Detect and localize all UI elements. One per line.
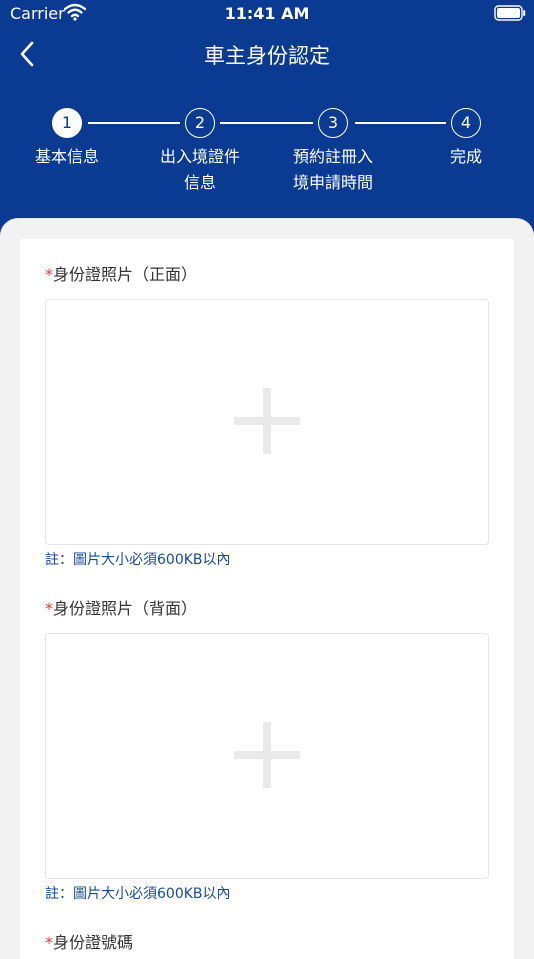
plus-icon [234, 722, 300, 788]
header: Carrier 11:41 AM 車主身份認定 1 2 3 4 基本信息 出入境… [0, 0, 534, 240]
step-2-label: 出入境證件 信息 [135, 144, 265, 196]
step-4-label-line1: 完成 [449, 147, 482, 166]
front-photo-label-text: 身份證照片（正面） [53, 265, 198, 284]
step-1-label-line1: 基本信息 [34, 147, 99, 166]
back-photo-label-text: 身份證照片（背面） [53, 599, 198, 618]
id-number-label: *身份證號碼 [45, 929, 133, 953]
front-photo-upload[interactable] [45, 299, 489, 545]
navigation-bar: 車主身份認定 [0, 32, 534, 76]
step-3-label: 預約註冊入 境申請時間 [268, 144, 398, 196]
progress-stepper: 1 2 3 4 基本信息 出入境證件 信息 預約註冊入 境申請時間 完成 [0, 104, 534, 204]
step-connector [88, 122, 180, 124]
required-mark: * [45, 933, 53, 952]
page-title: 車主身份認定 [204, 44, 330, 68]
form-card: *身份證照片（正面） 註：圖片大小必須600KB以內 *身份證照片（背面） 註：… [20, 239, 514, 959]
required-mark: * [45, 265, 53, 284]
back-photo-upload[interactable] [45, 633, 489, 879]
step-4-circle: 4 [451, 108, 481, 138]
step-3-label-line1: 預約註冊入 [292, 147, 373, 166]
front-photo-note: 註：圖片大小必須600KB以內 [45, 552, 231, 568]
step-2-circle: 2 [185, 108, 215, 138]
required-mark: * [45, 599, 53, 618]
step-connector [220, 122, 313, 124]
step-1-label: 基本信息 [2, 144, 132, 170]
front-photo-label: *身份證照片（正面） [45, 261, 197, 285]
back-photo-note: 註：圖片大小必須600KB以內 [45, 886, 231, 902]
form-content: *身份證照片（正面） 註：圖片大小必須600KB以內 *身份證照片（背面） 註：… [0, 218, 534, 959]
clock: 11:41 AM [224, 4, 310, 23]
back-photo-label: *身份證照片（背面） [45, 595, 197, 619]
step-connector [355, 122, 446, 124]
step-3-label-line2: 境申請時間 [292, 173, 373, 192]
step-3-circle: 3 [318, 108, 348, 138]
step-1-circle: 1 [52, 108, 82, 138]
step-2-label-line2: 信息 [183, 173, 216, 192]
step-2-label-line1: 出入境證件 [159, 147, 240, 166]
step-4-label: 完成 [401, 144, 531, 170]
status-bar: Carrier 11:41 AM [0, 0, 534, 28]
plus-icon [234, 388, 300, 454]
battery-icon [494, 5, 526, 21]
id-number-label-text: 身份證號碼 [53, 933, 134, 952]
